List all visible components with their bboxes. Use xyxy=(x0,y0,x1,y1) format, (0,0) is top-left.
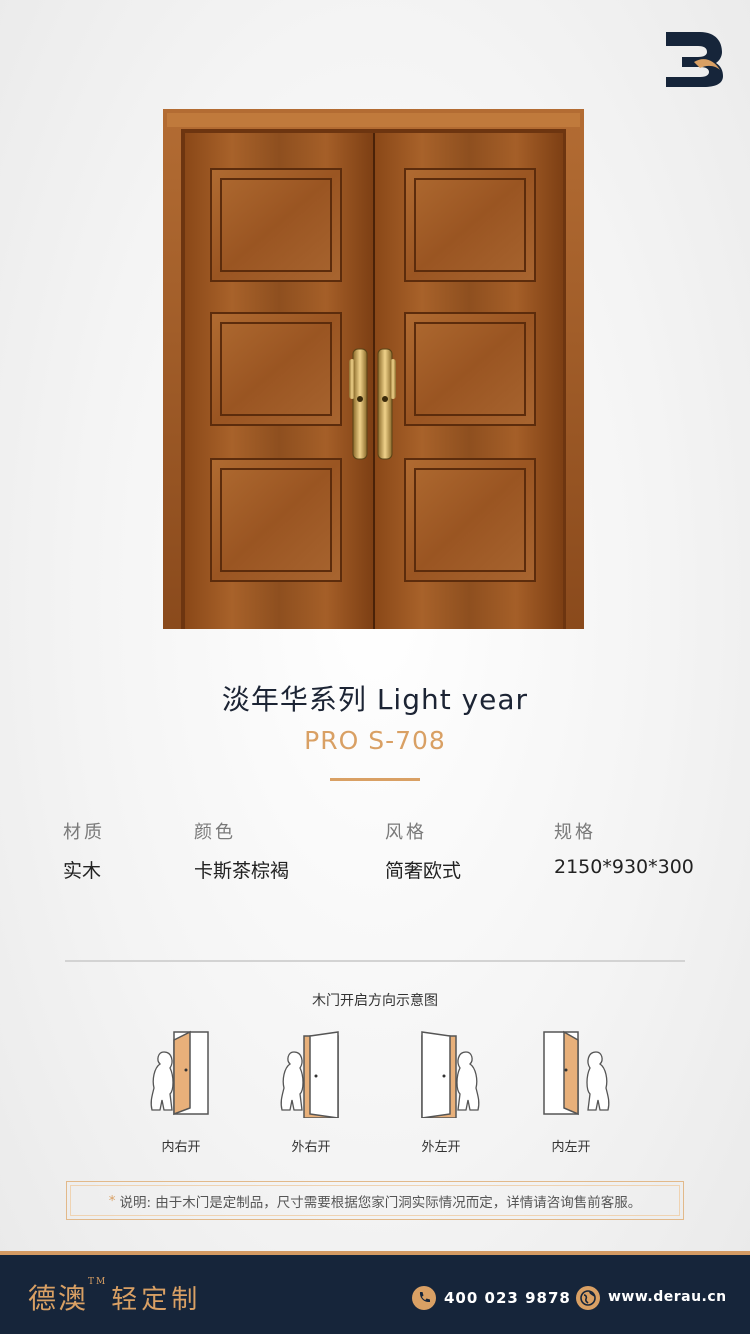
section-divider xyxy=(65,960,685,962)
diagram-title: 木门开启方向示意图 xyxy=(312,993,438,1009)
door-open-outward-left-icon xyxy=(421,1031,480,1118)
brand-trademark: TM xyxy=(88,1277,108,1287)
spec-value-color: 卡斯茶棕褐 xyxy=(194,860,290,882)
spec-label-size: 规格 xyxy=(554,822,596,843)
globe-icon xyxy=(576,1286,600,1310)
spec-value-size: 2150*930*300 xyxy=(554,856,694,878)
footer-brand: 德澳TM轻定制 xyxy=(28,1277,201,1317)
diagram-label-inward-right: 内右开 xyxy=(161,1140,201,1155)
note-content: * 说明: 由于木门是定制品，尺寸需要根据您家门洞实际情况而定，详情请咨询售前客… xyxy=(70,1185,680,1216)
spec-value-style: 简奢欧式 xyxy=(385,860,462,882)
spec-label-style: 风格 xyxy=(385,822,427,843)
title-underline xyxy=(330,778,420,781)
footer-phone[interactable]: 400 023 9878 xyxy=(444,1289,571,1307)
note-mark: * xyxy=(108,1192,116,1209)
spec-label-material: 材质 xyxy=(63,822,105,843)
product-model: PRO S-708 xyxy=(304,726,446,755)
diagram-label-inward-left: 内左开 xyxy=(551,1140,591,1155)
footer-website[interactable]: www.derau.cn xyxy=(608,1289,727,1305)
diagram-label-outward-right: 外右开 xyxy=(291,1140,331,1155)
product-door-image xyxy=(163,109,584,629)
spec-label-color: 颜色 xyxy=(194,822,236,843)
phone-icon xyxy=(412,1286,436,1310)
note-text: 说明: 由于木门是定制品，尺寸需要根据您家门洞实际情况而定，详情请咨询售前客服。 xyxy=(119,1194,642,1211)
derau-logo-icon xyxy=(666,32,723,87)
footer-bar: 德澳TM轻定制 400 023 9878 www.derau.cn xyxy=(0,1251,750,1334)
door-open-outward-right-icon xyxy=(280,1031,339,1118)
diagram-label-outward-left: 外左开 xyxy=(421,1140,461,1155)
spec-value-material: 实木 xyxy=(63,860,102,882)
product-series-title: 淡年华系列 Light year xyxy=(221,683,529,716)
door-open-inward-right-icon xyxy=(150,1030,209,1116)
brand-sub: 轻定制 xyxy=(111,1285,202,1315)
brand-name: 德澳 xyxy=(28,1282,89,1315)
note-box: * 说明: 由于木门是定制品，尺寸需要根据您家门洞实际情况而定，详情请咨询售前客… xyxy=(66,1181,684,1220)
door-open-inward-left-icon xyxy=(543,1030,610,1116)
